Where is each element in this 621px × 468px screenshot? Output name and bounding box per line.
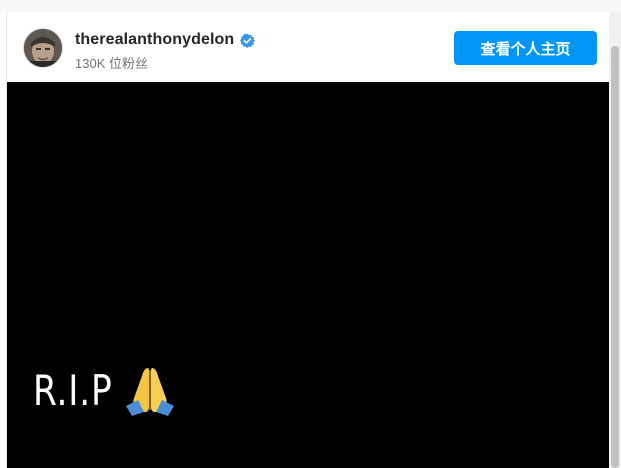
avatar-image — [24, 29, 62, 67]
rip-text: R.I.P — [33, 365, 113, 415]
scrollbar-thumb[interactable] — [611, 46, 619, 468]
verified-badge-icon — [240, 33, 256, 48]
username[interactable]: therealanthonydelon — [75, 31, 234, 49]
post-media[interactable]: R.I.P — [7, 82, 609, 468]
top-strip — [0, 0, 621, 12]
embedded-post: therealanthonydelon 130K 位粉丝 查看个人主页 R.I.… — [6, 12, 609, 468]
folded-hands-icon — [122, 364, 178, 416]
avatar[interactable] — [23, 28, 63, 68]
user-info: therealanthonydelon 130K 位粉丝 — [75, 30, 256, 72]
username-row: therealanthonydelon — [75, 30, 256, 50]
media-caption: R.I.P — [33, 364, 178, 416]
view-profile-button[interactable]: 查看个人主页 — [454, 31, 597, 65]
vertical-scrollbar[interactable] — [609, 12, 621, 468]
post-header: therealanthonydelon 130K 位粉丝 查看个人主页 — [7, 12, 609, 82]
page: therealanthonydelon 130K 位粉丝 查看个人主页 R.I.… — [0, 0, 621, 468]
followers-count: 130K 位粉丝 — [75, 56, 148, 71]
